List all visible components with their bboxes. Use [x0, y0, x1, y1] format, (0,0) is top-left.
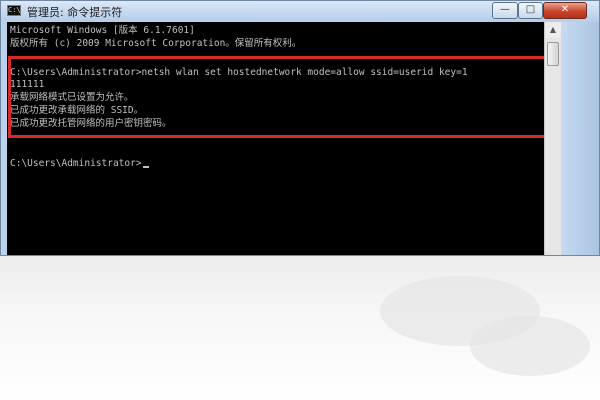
close-button[interactable]: ✕: [543, 2, 587, 19]
minimize-button[interactable]: —: [492, 2, 518, 19]
cmd-app-icon[interactable]: C:\: [7, 5, 21, 16]
window-title: 管理员: 命令提示符: [27, 6, 123, 19]
title-bar[interactable]: C:\ 管理员: 命令提示符 — □ ✕: [1, 1, 599, 21]
console-output[interactable]: Microsoft Windows [版本 6.1.7601] 版权所有 (c)…: [7, 22, 544, 255]
console-prompt: C:\Users\Administrator>: [10, 158, 142, 169]
command-prompt-window: C:\ 管理员: 命令提示符 — □ ✕ Microsoft Windows […: [0, 0, 600, 256]
maximize-button[interactable]: □: [518, 2, 543, 19]
minimize-icon: —: [500, 4, 510, 15]
scroll-thumb[interactable]: [547, 42, 559, 66]
console-line-copyright: 版权所有 (c) 2009 Microsoft Corporation。保留所有…: [10, 38, 302, 49]
vertical-scrollbar[interactable]: ▲: [544, 22, 561, 255]
scroll-up-icon: ▲: [549, 25, 557, 34]
blurred-background: [0, 256, 600, 400]
console-prompt-line[interactable]: C:\Users\Administrator>: [10, 158, 149, 170]
blur-smudge: [470, 316, 590, 376]
text-cursor: [142, 166, 149, 168]
window-frame-right: [561, 22, 599, 255]
console-line-version: Microsoft Windows [版本 6.1.7601]: [10, 25, 195, 36]
cmd-icon-text: C:\: [8, 6, 21, 14]
maximize-icon: □: [525, 4, 536, 15]
close-icon: ✕: [560, 4, 570, 15]
highlight-annotation-box: [8, 56, 544, 138]
scroll-up-button[interactable]: ▲: [545, 22, 561, 38]
